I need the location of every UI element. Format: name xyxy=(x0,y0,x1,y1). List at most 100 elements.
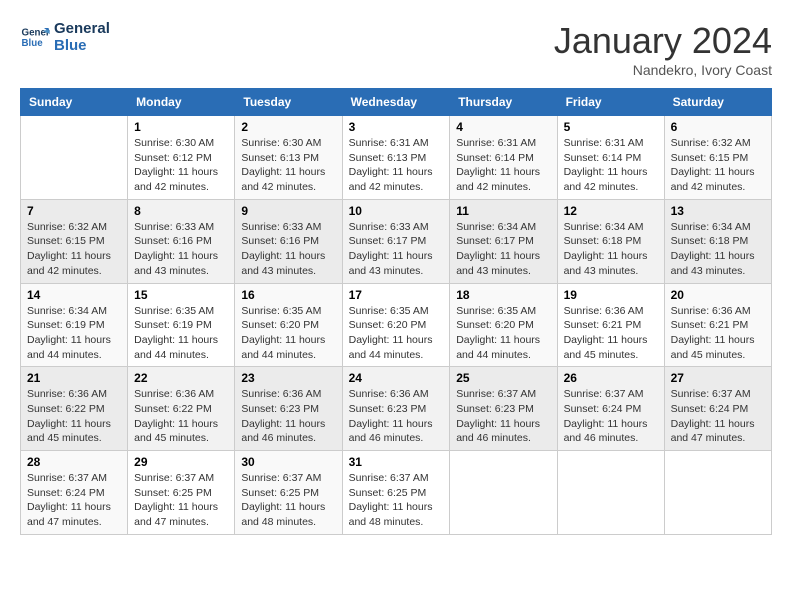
day-info: Sunrise: 6:35 AM Sunset: 6:20 PM Dayligh… xyxy=(456,304,550,363)
calendar-cell: 10 Sunrise: 6:33 AM Sunset: 6:17 PM Dayli… xyxy=(342,199,450,283)
page-header: General Blue General Blue January 2024 N… xyxy=(20,20,772,78)
day-number: 20 xyxy=(671,288,765,302)
day-info: Sunrise: 6:37 AM Sunset: 6:25 PM Dayligh… xyxy=(241,471,335,530)
day-info: Sunrise: 6:37 AM Sunset: 6:25 PM Dayligh… xyxy=(349,471,444,530)
day-number: 23 xyxy=(241,371,335,385)
calendar-cell: 8Sunrise: 6:33 AM Sunset: 6:16 PM Daylig… xyxy=(128,199,235,283)
calendar-cell: 16 Sunrise: 6:35 AM Sunset: 6:20 PM Dayli… xyxy=(235,283,342,367)
day-info: Sunrise: 6:36 AM Sunset: 6:23 PM Dayligh… xyxy=(349,387,444,446)
day-number: 11 xyxy=(456,204,550,218)
logo-blue: Blue xyxy=(54,37,110,54)
day-info: Sunrise: 6:35 AM Sunset: 6:19 PM Dayligh… xyxy=(134,304,228,363)
calendar-cell: 2 Sunrise: 6:30 AM Sunset: 6:13 PM Daylig… xyxy=(235,116,342,200)
calendar-cell xyxy=(450,451,557,535)
day-info: Sunrise: 6:34 AM Sunset: 6:18 PM Dayligh… xyxy=(564,220,658,279)
day-number: 6 xyxy=(671,120,765,134)
day-info: Sunrise: 6:33 AM Sunset: 6:16 PM Dayligh… xyxy=(241,220,335,279)
logo-icon: General Blue xyxy=(20,22,50,52)
calendar-cell: 14Sunrise: 6:34 AM Sunset: 6:19 PM Dayli… xyxy=(21,283,128,367)
day-info: Sunrise: 6:33 AM Sunset: 6:17 PM Dayligh… xyxy=(349,220,444,279)
calendar-cell: 22 Sunrise: 6:36 AM Sunset: 6:22 PM Dayli… xyxy=(128,367,235,451)
calendar-cell: 24 Sunrise: 6:36 AM Sunset: 6:23 PM Dayli… xyxy=(342,367,450,451)
calendar-cell: 26 Sunrise: 6:37 AM Sunset: 6:24 PM Dayli… xyxy=(557,367,664,451)
day-number: 30 xyxy=(241,455,335,469)
day-info: Sunrise: 6:31 AM Sunset: 6:14 PM Dayligh… xyxy=(456,136,550,195)
day-number: 12 xyxy=(564,204,658,218)
day-number: 17 xyxy=(349,288,444,302)
day-number: 28 xyxy=(27,455,121,469)
day-number: 27 xyxy=(671,371,765,385)
day-number: 26 xyxy=(564,371,658,385)
day-info: Sunrise: 6:31 AM Sunset: 6:14 PM Dayligh… xyxy=(564,136,658,195)
day-info: Sunrise: 6:37 AM Sunset: 6:24 PM Dayligh… xyxy=(27,471,121,530)
day-number: 7 xyxy=(27,204,121,218)
day-number: 24 xyxy=(349,371,444,385)
day-number: 2 xyxy=(241,120,335,134)
day-number: 21 xyxy=(27,371,121,385)
day-header-friday: Friday xyxy=(557,89,664,116)
day-info: Sunrise: 6:36 AM Sunset: 6:21 PM Dayligh… xyxy=(564,304,658,363)
day-number: 25 xyxy=(456,371,550,385)
day-number: 15 xyxy=(134,288,228,302)
day-number: 9 xyxy=(241,204,335,218)
day-info: Sunrise: 6:31 AM Sunset: 6:13 PM Dayligh… xyxy=(349,136,444,195)
calendar-cell xyxy=(557,451,664,535)
calendar-cell: 11Sunrise: 6:34 AM Sunset: 6:17 PM Dayli… xyxy=(450,199,557,283)
calendar-cell: 20 Sunrise: 6:36 AM Sunset: 6:21 PM Dayli… xyxy=(664,283,771,367)
calendar-cell: 7 Sunrise: 6:32 AM Sunset: 6:15 PM Daylig… xyxy=(21,199,128,283)
calendar-cell: 9 Sunrise: 6:33 AM Sunset: 6:16 PM Daylig… xyxy=(235,199,342,283)
calendar-cell: 5 Sunrise: 6:31 AM Sunset: 6:14 PM Daylig… xyxy=(557,116,664,200)
calendar-cell: 23 Sunrise: 6:36 AM Sunset: 6:23 PM Dayli… xyxy=(235,367,342,451)
day-number: 18 xyxy=(456,288,550,302)
calendar-cell: 19 Sunrise: 6:36 AM Sunset: 6:21 PM Dayli… xyxy=(557,283,664,367)
day-number: 5 xyxy=(564,120,658,134)
day-number: 31 xyxy=(349,455,444,469)
day-info: Sunrise: 6:36 AM Sunset: 6:23 PM Dayligh… xyxy=(241,387,335,446)
day-info: Sunrise: 6:37 AM Sunset: 6:24 PM Dayligh… xyxy=(564,387,658,446)
day-header-sunday: Sunday xyxy=(21,89,128,116)
calendar-cell: 25 Sunrise: 6:37 AM Sunset: 6:23 PM Dayli… xyxy=(450,367,557,451)
calendar-cell: 17 Sunrise: 6:35 AM Sunset: 6:20 PM Dayli… xyxy=(342,283,450,367)
day-info: Sunrise: 6:32 AM Sunset: 6:15 PM Dayligh… xyxy=(27,220,121,279)
day-info: Sunrise: 6:35 AM Sunset: 6:20 PM Dayligh… xyxy=(349,304,444,363)
day-number: 13 xyxy=(671,204,765,218)
calendar-table: SundayMondayTuesdayWednesdayThursdayFrid… xyxy=(20,88,772,535)
day-info: Sunrise: 6:33 AM Sunset: 6:16 PM Dayligh… xyxy=(134,220,228,279)
calendar-cell: 15 Sunrise: 6:35 AM Sunset: 6:19 PM Dayli… xyxy=(128,283,235,367)
location-subtitle: Nandekro, Ivory Coast xyxy=(554,62,772,78)
day-number: 16 xyxy=(241,288,335,302)
day-number: 22 xyxy=(134,371,228,385)
day-header-saturday: Saturday xyxy=(664,89,771,116)
day-info: Sunrise: 6:37 AM Sunset: 6:24 PM Dayligh… xyxy=(671,387,765,446)
day-number: 19 xyxy=(564,288,658,302)
calendar-cell: 6 Sunrise: 6:32 AM Sunset: 6:15 PM Daylig… xyxy=(664,116,771,200)
day-number: 29 xyxy=(134,455,228,469)
day-info: Sunrise: 6:36 AM Sunset: 6:22 PM Dayligh… xyxy=(27,387,121,446)
calendar-cell: 28 Sunrise: 6:37 AM Sunset: 6:24 PM Dayli… xyxy=(21,451,128,535)
day-number: 4 xyxy=(456,120,550,134)
day-header-wednesday: Wednesday xyxy=(342,89,450,116)
day-info: Sunrise: 6:30 AM Sunset: 6:13 PM Dayligh… xyxy=(241,136,335,195)
calendar-cell: 13 Sunrise: 6:34 AM Sunset: 6:18 PM Dayli… xyxy=(664,199,771,283)
month-title: January 2024 xyxy=(554,20,772,62)
day-header-thursday: Thursday xyxy=(450,89,557,116)
day-number: 1 xyxy=(134,120,228,134)
day-info: Sunrise: 6:37 AM Sunset: 6:25 PM Dayligh… xyxy=(134,471,228,530)
day-info: Sunrise: 6:36 AM Sunset: 6:21 PM Dayligh… xyxy=(671,304,765,363)
day-number: 3 xyxy=(349,120,444,134)
calendar-cell xyxy=(664,451,771,535)
day-number: 10 xyxy=(349,204,444,218)
day-info: Sunrise: 6:37 AM Sunset: 6:23 PM Dayligh… xyxy=(456,387,550,446)
calendar-cell: 18 Sunrise: 6:35 AM Sunset: 6:20 PM Dayli… xyxy=(450,283,557,367)
day-info: Sunrise: 6:35 AM Sunset: 6:20 PM Dayligh… xyxy=(241,304,335,363)
calendar-cell: 1Sunrise: 6:30 AM Sunset: 6:12 PM Daylig… xyxy=(128,116,235,200)
title-block: January 2024 Nandekro, Ivory Coast xyxy=(554,20,772,78)
day-number: 14 xyxy=(27,288,121,302)
day-info: Sunrise: 6:32 AM Sunset: 6:15 PM Dayligh… xyxy=(671,136,765,195)
day-info: Sunrise: 6:36 AM Sunset: 6:22 PM Dayligh… xyxy=(134,387,228,446)
logo: General Blue General Blue xyxy=(20,20,110,54)
calendar-cell: 29 Sunrise: 6:37 AM Sunset: 6:25 PM Dayli… xyxy=(128,451,235,535)
calendar-cell: 21 Sunrise: 6:36 AM Sunset: 6:22 PM Dayli… xyxy=(21,367,128,451)
day-info: Sunrise: 6:34 AM Sunset: 6:18 PM Dayligh… xyxy=(671,220,765,279)
day-header-tuesday: Tuesday xyxy=(235,89,342,116)
